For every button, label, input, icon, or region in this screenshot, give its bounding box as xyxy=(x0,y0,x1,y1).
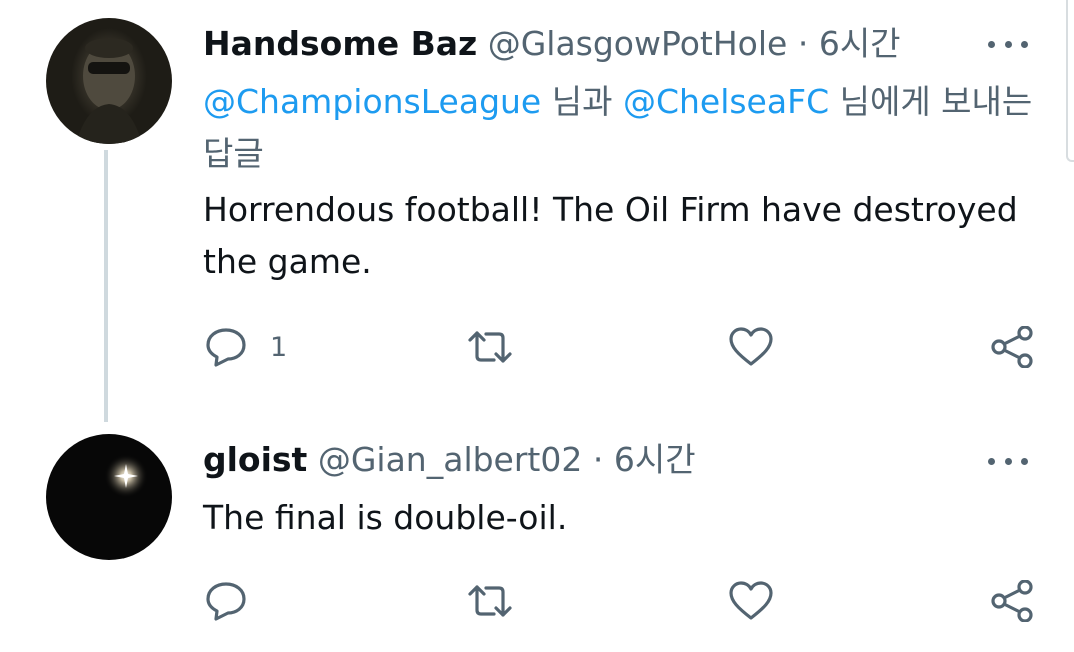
reply-count: 1 xyxy=(270,331,288,363)
more-icon[interactable] xyxy=(988,455,1028,467)
tweet-text: The final is double-oil. xyxy=(203,498,568,537)
mention-champions-league[interactable]: @ChampionsLeague xyxy=(203,82,541,121)
tweet-text: Horrendous football! The Oil Firm have d… xyxy=(203,190,1018,281)
mention-chelsea-fc[interactable]: @ChelseaFC xyxy=(623,82,829,121)
reply-to-line: @ChampionsLeague 님과 @ChelseaFC 님에게 보내는 답… xyxy=(203,76,1043,180)
avatar-image xyxy=(76,38,142,144)
reply-button[interactable]: 1 xyxy=(204,326,287,368)
avatar-image xyxy=(104,454,148,498)
separator: · xyxy=(592,440,604,479)
timestamp[interactable]: 6시간 xyxy=(614,440,696,479)
display-name[interactable]: Handsome Baz xyxy=(203,24,477,63)
like-button[interactable] xyxy=(728,580,774,622)
retweet-icon xyxy=(468,331,512,363)
avatar-gloist[interactable] xyxy=(46,434,172,560)
like-icon xyxy=(729,327,773,366)
avatar-handsome-baz[interactable] xyxy=(46,18,172,144)
tweet-2[interactable]: gloist @Gian_albert02 · 6시간 The final is… xyxy=(0,420,1074,652)
timestamp[interactable]: 6시간 xyxy=(819,24,901,63)
reply-icon xyxy=(206,582,246,621)
like-icon xyxy=(729,581,773,620)
more-icon[interactable] xyxy=(988,38,1028,50)
tweet-actions xyxy=(0,580,1074,624)
display-name[interactable]: gloist xyxy=(203,440,307,479)
thread-line xyxy=(104,150,108,422)
tweet-1[interactable]: Handsome Baz @GlasgowPotHole · 6시간 @Cham… xyxy=(0,0,1074,422)
like-button[interactable] xyxy=(728,326,774,368)
reply-connector: 님과 xyxy=(541,82,623,121)
tweet-header: gloist @Gian_albert02 · 6시간 xyxy=(203,440,696,480)
share-button[interactable] xyxy=(990,326,1034,368)
share-icon xyxy=(991,580,1033,622)
user-handle[interactable]: @GlasgowPotHole xyxy=(488,24,788,63)
user-handle[interactable]: @Gian_albert02 xyxy=(318,440,583,479)
retweet-button[interactable] xyxy=(466,580,514,622)
separator: · xyxy=(797,24,809,63)
tweet-actions: 1 xyxy=(0,326,1074,370)
reply-icon xyxy=(206,328,246,367)
reply-button[interactable] xyxy=(204,580,248,622)
retweet-icon xyxy=(468,585,512,617)
share-button[interactable] xyxy=(990,580,1034,622)
share-icon xyxy=(991,326,1033,368)
retweet-button[interactable] xyxy=(466,326,514,368)
tweet-header: Handsome Baz @GlasgowPotHole · 6시간 xyxy=(203,24,901,64)
